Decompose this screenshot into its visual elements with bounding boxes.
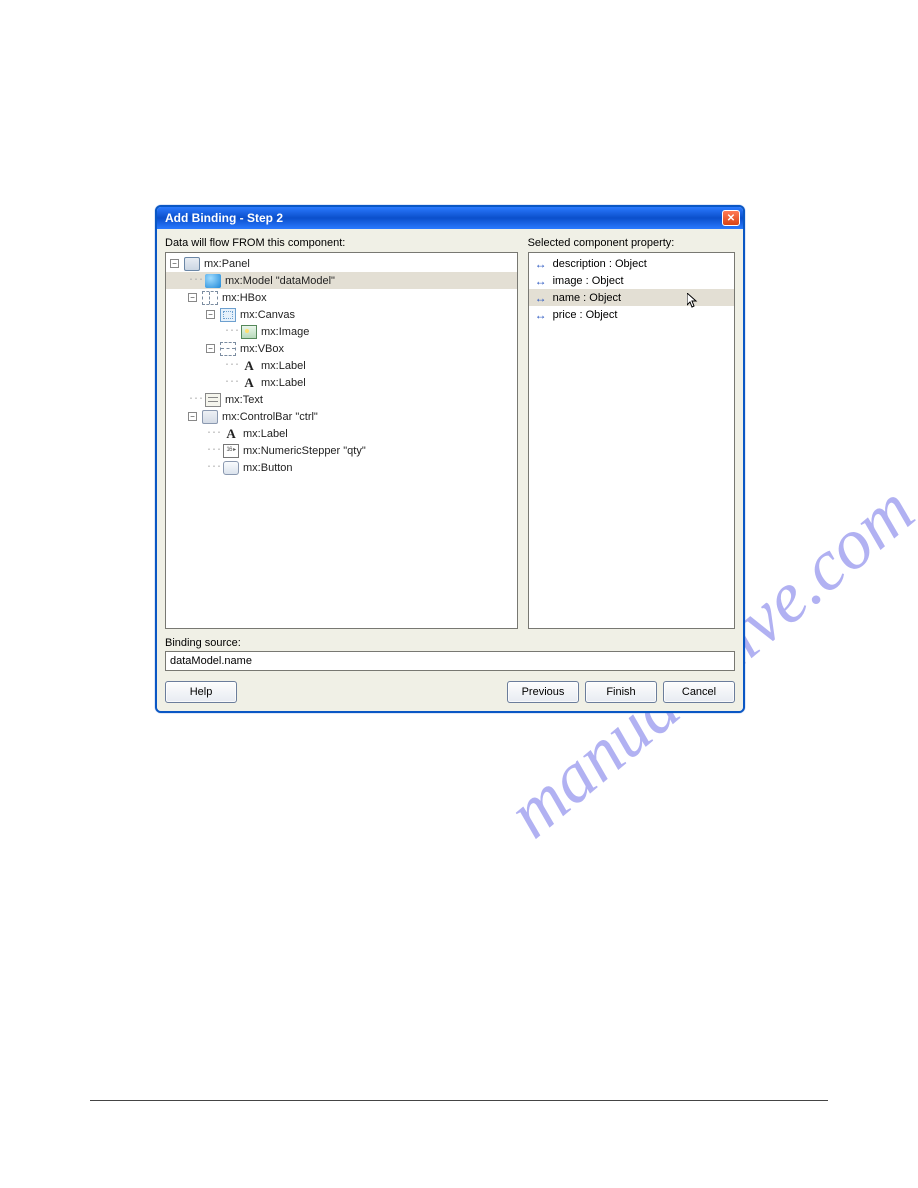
tree-item[interactable]: − mx:ControlBar "ctrl"	[166, 408, 517, 425]
vbox-icon	[220, 342, 236, 356]
image-icon	[241, 325, 257, 339]
dialog-body: Data will flow FROM this component: −mx:…	[157, 229, 743, 711]
tree-connector-icon: ···	[206, 445, 221, 456]
property-list-panel[interactable]: ↔ description : Object ↔ image : Object ↔ nam…	[528, 252, 735, 629]
add-binding-dialog: Add Binding - Step 2 ✕ Data will flow FR…	[155, 205, 745, 713]
property-item[interactable]: ↔ price : Object	[529, 306, 734, 323]
close-button[interactable]: ✕	[722, 210, 740, 226]
binding-source-input[interactable]	[165, 651, 735, 671]
property-item-label: image : Object	[553, 275, 624, 287]
tree-item[interactable]: − mx:HBox	[166, 289, 517, 306]
binding-arrow-icon: ↔	[535, 274, 547, 288]
tree-connector-icon: ···	[224, 326, 239, 337]
tree-item-label: mx:VBox	[240, 343, 284, 355]
hbox-icon	[202, 291, 218, 305]
binding-arrow-icon: ↔	[535, 257, 547, 271]
tree-item-label: mx:Label	[243, 428, 288, 440]
tree-item[interactable]: − mx:Panel	[166, 255, 517, 272]
tree-item[interactable]: ··· mx:Image	[166, 323, 517, 340]
property-item[interactable]: ↔ description : Object	[529, 255, 734, 272]
tree-item[interactable]: ···Amx:Label	[166, 374, 517, 391]
tree-item[interactable]: ···Amx:Label	[166, 357, 517, 374]
tree-item-label: mx:Image	[261, 326, 309, 338]
tree-item-label: mx:Label	[261, 360, 306, 372]
tree-item-label: mx:NumericStepper "qty"	[243, 445, 366, 457]
tree-connector-icon: ···	[224, 377, 239, 388]
previous-button[interactable]: Previous	[507, 681, 579, 703]
binding-source-label: Binding source:	[165, 637, 735, 649]
canvas-icon	[220, 308, 236, 322]
tree-connector-icon: ···	[206, 462, 221, 473]
label-icon: A	[223, 427, 239, 441]
tree-item[interactable]: ··· mx:Text	[166, 391, 517, 408]
property-item-label: price : Object	[553, 309, 618, 321]
collapse-icon[interactable]: −	[206, 344, 215, 353]
ctrlbar-icon	[202, 410, 218, 424]
label-icon: A	[241, 376, 257, 390]
component-tree-panel[interactable]: −mx:Panel···mx:Model "dataModel"−mx:HBox…	[165, 252, 518, 629]
collapse-icon[interactable]: −	[206, 310, 215, 319]
binding-arrow-icon: ↔	[535, 291, 547, 305]
tree-item[interactable]: − mx:Canvas	[166, 306, 517, 323]
tree-item[interactable]: ··· mx:Model "dataModel"	[166, 272, 517, 289]
right-panel-label: Selected component property:	[528, 237, 735, 249]
tree-item-label: mx:Button	[243, 462, 293, 474]
tree-item-label: mx:ControlBar "ctrl"	[222, 411, 318, 423]
finish-button[interactable]: Finish	[585, 681, 657, 703]
titlebar[interactable]: Add Binding - Step 2 ✕	[157, 207, 743, 229]
collapse-icon[interactable]: −	[188, 412, 197, 421]
property-item-label: description : Object	[553, 258, 647, 270]
binding-arrow-icon: ↔	[535, 308, 547, 322]
tree-item[interactable]: ···Amx:Label	[166, 425, 517, 442]
tree-item[interactable]: − mx:VBox	[166, 340, 517, 357]
dialog-title: Add Binding - Step 2	[165, 211, 283, 225]
tree-item[interactable]: ··· mx:Button	[166, 459, 517, 476]
help-button[interactable]: Help	[165, 681, 237, 703]
property-item[interactable]: ↔ image : Object	[529, 272, 734, 289]
tree-item-label: mx:Label	[261, 377, 306, 389]
text-icon	[205, 393, 221, 407]
tree-item[interactable]: ···16 ▸ mx:NumericStepper "qty"	[166, 442, 517, 459]
close-icon: ✕	[727, 213, 735, 224]
tree-item-label: mx:HBox	[222, 292, 267, 304]
collapse-icon[interactable]: −	[170, 259, 179, 268]
tree-connector-icon: ···	[188, 394, 203, 405]
label-icon: A	[241, 359, 257, 373]
tree-item-label: mx:Model "dataModel"	[225, 275, 335, 287]
page-footer-rule	[90, 1100, 828, 1101]
panel-icon	[184, 257, 200, 271]
button-icon	[223, 461, 239, 475]
tree-connector-icon: ···	[224, 360, 239, 371]
cancel-button[interactable]: Cancel	[663, 681, 735, 703]
left-panel-label: Data will flow FROM this component:	[165, 237, 518, 249]
tree-item-label: mx:Canvas	[240, 309, 295, 321]
tree-connector-icon: ···	[188, 275, 203, 286]
model-icon	[205, 274, 221, 288]
tree-item-label: mx:Panel	[204, 258, 250, 270]
tree-connector-icon: ···	[206, 428, 221, 439]
tree-item-label: mx:Text	[225, 394, 263, 406]
property-item-label: name : Object	[553, 292, 621, 304]
property-item[interactable]: ↔ name : Object	[529, 289, 734, 306]
stepper-icon: 16 ▸	[223, 444, 239, 458]
collapse-icon[interactable]: −	[188, 293, 197, 302]
